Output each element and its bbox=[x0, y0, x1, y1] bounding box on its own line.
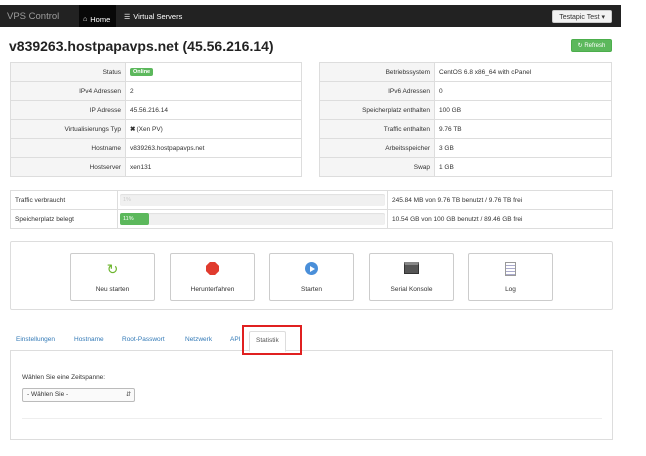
usage-row-traffic: Traffic verbraucht 1% 245.84 MB von 9.76… bbox=[10, 190, 613, 210]
info-row-virt-type: Virtualisierungs Typ ✖(Xen PV) bbox=[10, 119, 302, 139]
info-value: Online bbox=[125, 62, 302, 82]
usage-detail: 10.54 GB von 100 GB benutzt / 89.46 GB f… bbox=[387, 209, 613, 229]
shutdown-button[interactable]: Herunterfahren bbox=[170, 253, 255, 301]
info-label: IP Adresse bbox=[10, 100, 126, 120]
restart-label: Neu starten bbox=[95, 286, 130, 293]
info-label: Speicherplatz enthalten bbox=[319, 100, 435, 120]
info-value: ✖(Xen PV) bbox=[125, 119, 302, 139]
tab-network[interactable]: Netzwerk bbox=[185, 336, 212, 343]
info-row-status: Status Online bbox=[10, 62, 302, 82]
log-button[interactable]: Log bbox=[468, 253, 553, 301]
info-value: CentOS 6.8 x86_64 with cPanel bbox=[434, 62, 612, 82]
traffic-progress-fill: 1% bbox=[123, 197, 131, 203]
serial-console-label: Serial Konsole bbox=[390, 286, 433, 293]
brand-logo[interactable]: VPS Control bbox=[7, 11, 59, 22]
timespan-select-value: - Wählen Sie - bbox=[27, 391, 69, 398]
top-navbar: VPS Control ⌂ Home ☰ Virtual Servers Tes… bbox=[0, 5, 621, 27]
tab-einstellungen[interactable]: Einstellungen bbox=[16, 336, 55, 343]
play-icon bbox=[305, 262, 318, 275]
shutdown-label: Herunterfahren bbox=[190, 286, 235, 293]
info-label: Status bbox=[10, 62, 126, 82]
icon-wrap bbox=[171, 262, 254, 276]
info-label: IPv4 Adressen bbox=[10, 81, 126, 101]
info-row-traffic: Traffic enthalten 9.76 TB bbox=[319, 119, 612, 139]
info-value: 0 bbox=[434, 81, 612, 101]
select-arrows-icon: ⇵ bbox=[125, 392, 131, 398]
icon-wrap bbox=[469, 262, 552, 276]
refresh-button[interactable]: ↻ Refresh bbox=[571, 39, 612, 52]
nav-virtual-servers[interactable]: ☰ Virtual Servers bbox=[124, 12, 182, 21]
icon-wrap bbox=[270, 262, 353, 276]
tab-root-password[interactable]: Root-Passwort bbox=[122, 336, 165, 343]
disk-progress-bar: 11% bbox=[120, 213, 385, 225]
info-label: Virtualisierungs Typ bbox=[10, 119, 126, 139]
nav-virtual-servers-label: Virtual Servers bbox=[133, 12, 183, 21]
console-icon bbox=[404, 262, 419, 274]
usage-table: Traffic verbraucht 1% 245.84 MB von 9.76… bbox=[10, 190, 613, 229]
usage-label: Traffic verbraucht bbox=[10, 190, 118, 210]
usage-label: Speicherplatz belegt bbox=[10, 209, 118, 229]
virt-type-value: (Xen PV) bbox=[136, 126, 163, 133]
info-row-swap: Swap 1 GB bbox=[319, 157, 612, 177]
serial-console-button[interactable]: Serial Konsole bbox=[369, 253, 454, 301]
start-button[interactable]: Starten bbox=[269, 253, 354, 301]
info-row-os: Betriebssystem CentOS 6.8 x86_64 with cP… bbox=[319, 62, 612, 82]
info-label: Betriebssystem bbox=[319, 62, 435, 82]
traffic-progress-bar: 1% bbox=[120, 194, 385, 206]
info-label: Hostserver bbox=[10, 157, 126, 177]
tab-api[interactable]: API bbox=[230, 336, 240, 343]
nav-home-label: Home bbox=[90, 15, 111, 24]
log-icon bbox=[505, 262, 516, 276]
icon-wrap bbox=[370, 262, 453, 276]
info-row-disk: Speicherplatz enthalten 100 GB bbox=[319, 100, 612, 120]
disk-progress-fill: 11% bbox=[120, 213, 150, 225]
info-value: xen131 bbox=[125, 157, 302, 177]
timespan-select[interactable]: - Wählen Sie - ⇵ bbox=[22, 388, 135, 402]
info-value: 2 bbox=[125, 81, 302, 101]
statistics-panel: Wählen Sie eine Zeitspanne: - Wählen Sie… bbox=[10, 351, 613, 440]
start-label: Starten bbox=[301, 286, 322, 293]
info-row-hostserver: Hostserver xen131 bbox=[10, 157, 302, 177]
info-row-ipv4: IPv4 Adressen 2 bbox=[10, 81, 302, 101]
nav-home[interactable]: ⌂ Home bbox=[79, 5, 117, 27]
info-value: 45.56.216.14 bbox=[125, 100, 302, 120]
info-value: v839263.hostpapavps.net bbox=[125, 138, 302, 158]
usage-bar-cell: 1% bbox=[117, 190, 388, 210]
xen-icon: ✖ bbox=[130, 126, 136, 133]
status-badge: Online bbox=[130, 68, 154, 76]
usage-bar-cell: 11% bbox=[117, 209, 388, 229]
server-info-table-right: Betriebssystem CentOS 6.8 x86_64 with cP… bbox=[319, 62, 612, 177]
timespan-label: Wählen Sie eine Zeitspanne: bbox=[22, 374, 106, 381]
usage-row-disk: Speicherplatz belegt 11% 10.54 GB von 10… bbox=[10, 209, 613, 229]
info-label: Swap bbox=[319, 157, 435, 177]
info-value: 1 GB bbox=[434, 157, 612, 177]
user-dropdown[interactable]: Testapic Test ▾ bbox=[552, 10, 612, 23]
info-label: Hostname bbox=[10, 138, 126, 158]
divider bbox=[22, 418, 602, 419]
info-value: 100 GB bbox=[434, 100, 612, 120]
restart-button[interactable]: ↻ Neu starten bbox=[70, 253, 155, 301]
icon-wrap: ↻ bbox=[71, 262, 154, 276]
home-icon: ⌂ bbox=[83, 16, 88, 23]
tab-hostname[interactable]: Hostname bbox=[74, 336, 104, 343]
usage-detail: 245.84 MB von 9.76 TB benutzt / 9.76 TB … bbox=[387, 190, 613, 210]
servers-icon: ☰ bbox=[124, 13, 131, 21]
server-info-table-left: Status Online IPv4 Adressen 2 IP Adresse… bbox=[10, 62, 302, 177]
info-row-ipv6: IPv6 Adressen 0 bbox=[319, 81, 612, 101]
info-row-ram: Arbeitsspeicher 3 GB bbox=[319, 138, 612, 158]
info-row-hostname: Hostname v839263.hostpapavps.net bbox=[10, 138, 302, 158]
info-row-ip: IP Adresse 45.56.216.14 bbox=[10, 100, 302, 120]
settings-tabs: Einstellungen Hostname Root-Passwort Net… bbox=[10, 327, 613, 352]
log-label: Log bbox=[505, 286, 516, 293]
info-label: Traffic enthalten bbox=[319, 119, 435, 139]
info-label: Arbeitsspeicher bbox=[319, 138, 435, 158]
info-label: IPv6 Adressen bbox=[319, 81, 435, 101]
info-value: 9.76 TB bbox=[434, 119, 612, 139]
page-title: v839263.hostpapavps.net (45.56.216.14) bbox=[9, 38, 274, 54]
refresh-icon: ↻ bbox=[106, 261, 119, 277]
stop-icon bbox=[206, 262, 219, 275]
info-value: 3 GB bbox=[434, 138, 612, 158]
actions-panel: ↻ Neu starten Herunterfahren Starten Ser… bbox=[10, 241, 613, 310]
